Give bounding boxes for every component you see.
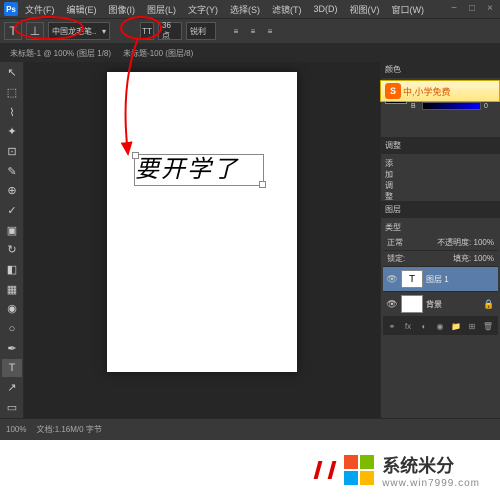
align-center-icon[interactable]: ≡ <box>245 23 261 39</box>
gradient-tool-icon[interactable]: ▦ <box>2 280 22 298</box>
stamp-tool-icon[interactable]: ▣ <box>2 221 22 239</box>
menu-bar: Ps 文件(F) 编辑(E) 图像(I) 图层(L) 文字(Y) 选择(S) 滤… <box>0 0 500 18</box>
eraser-tool-icon[interactable]: ◧ <box>2 261 22 279</box>
menu-filter[interactable]: 滤镜(T) <box>267 1 307 18</box>
adjustment-layer-icon[interactable]: ◉ <box>434 320 446 332</box>
b-label: B <box>411 103 419 110</box>
lock-icon: 🔒 <box>483 298 495 310</box>
menu-select[interactable]: 选择(S) <box>225 1 265 18</box>
document-tabs: 未标题-1 @ 100% (图层 1/8) 未标题-100 (图层/8) <box>0 44 500 62</box>
lock-label: 锁定: <box>387 253 405 264</box>
visibility-icon[interactable]: 👁 <box>386 298 398 310</box>
adjustments-label: 添加调整 <box>385 158 393 202</box>
link-layers-icon[interactable]: ⚭ <box>386 320 398 332</box>
layer-thumb-bg[interactable] <box>401 295 423 313</box>
canvas-viewport[interactable]: 要开学了 <box>24 62 380 418</box>
font-size-input[interactable]: 36点 <box>158 22 182 40</box>
layers-panel-tab[interactable]: 图层 <box>381 202 405 218</box>
banner-text: 中,小学免费 <box>403 85 451 98</box>
layer-fx-icon[interactable]: fx <box>402 320 414 332</box>
brush-tool-icon[interactable]: ✓ <box>2 202 22 220</box>
b-slider[interactable] <box>422 102 481 110</box>
lasso-tool-icon[interactable]: ⌇ <box>2 103 22 121</box>
layers-panel: 类型 正常 不透明度: 100% 锁定: 填充: 100% 👁 T 图层 1 👁 <box>381 218 500 418</box>
type-tool-icon[interactable]: T <box>2 359 22 377</box>
delete-layer-icon[interactable]: 🗑 <box>482 320 494 332</box>
type-tool-icon[interactable]: T <box>4 22 22 40</box>
canvas[interactable]: 要开学了 <box>107 72 297 372</box>
footer-brand: 系统米分 <box>382 452 480 478</box>
marquee-tool-icon[interactable]: ⬚ <box>2 84 22 102</box>
right-panel-group: 颜色 R0 G0 B0 调整 添加调整 ☀ ▲ ⎋ <box>380 62 500 418</box>
banner-logo-icon: S <box>385 83 401 99</box>
layer-row-text[interactable]: 👁 T 图层 1 <box>383 267 498 292</box>
font-name: 中国龙毛笔.. <box>52 26 96 37</box>
crop-tool-icon[interactable]: ⊡ <box>2 143 22 161</box>
group-icon[interactable]: 📁 <box>450 320 462 332</box>
layer-name[interactable]: 图层 1 <box>426 274 449 285</box>
menu-file[interactable]: 文件(F) <box>20 1 60 18</box>
menu-window[interactable]: 窗口(W) <box>387 1 430 18</box>
menu-3d[interactable]: 3D(D) <box>309 2 343 16</box>
adjustments-panel: 添加调整 ☀ ▲ ⎋ ☒ ▽ ▣ ◐ ◧ ◉ ⊞ <box>381 154 500 202</box>
menu-edit[interactable]: 编辑(E) <box>62 1 102 18</box>
chevron-icon <box>328 461 337 479</box>
status-bar: 100% 文档:1.16M/0 字节 <box>0 418 500 440</box>
align-left-icon[interactable]: ≡ <box>228 23 244 39</box>
text-orientation-icon[interactable]: ⊥ <box>26 22 44 40</box>
path-tool-icon[interactable]: ↗ <box>2 379 22 397</box>
layers-buttons: ⚭ fx ◐ ◉ 📁 ⊞ 🗑 <box>383 317 498 335</box>
menu-layer[interactable]: 图层(L) <box>142 1 181 18</box>
layer-kind-label: 类型 <box>385 222 401 233</box>
footer-url: www.win7999.com <box>382 478 480 489</box>
menu-view[interactable]: 视图(V) <box>345 1 385 18</box>
opacity-value[interactable]: 100% <box>474 238 494 247</box>
blur-tool-icon[interactable]: ◉ <box>2 300 22 318</box>
document-tab[interactable]: 未标题-1 @ 100% (图层 1/8) <box>4 46 117 61</box>
document-info: 文档:1.16M/0 字节 <box>36 424 101 435</box>
pen-tool-icon[interactable]: ✒ <box>2 339 22 357</box>
menu-type[interactable]: 文字(Y) <box>183 1 223 18</box>
document-tab-2[interactable]: 未标题-100 (图层/8) <box>117 46 199 61</box>
zoom-level[interactable]: 100% <box>6 425 26 434</box>
watermark-footer: 系统米分 www.win7999.com <box>0 440 500 500</box>
visibility-icon[interactable]: 👁 <box>386 273 398 285</box>
chevron-down-icon: ▾ <box>102 27 106 36</box>
healing-tool-icon[interactable]: ⊕ <box>2 182 22 200</box>
adjustments-panel-tab[interactable]: 调整 <box>381 138 405 154</box>
ad-banner[interactable]: S 中,小学免费 <box>380 80 500 102</box>
close-icon[interactable]: × <box>484 2 496 14</box>
tools-panel: ↖ ⬚ ⌇ ✦ ⊡ ✎ ⊕ ✓ ▣ ↻ ◧ ▦ ◉ ○ ✒ T ↗ ▭ <box>0 62 24 418</box>
layer-mask-icon[interactable]: ◐ <box>418 320 430 332</box>
minimize-icon[interactable]: − <box>448 2 460 14</box>
canvas-text[interactable]: 要开学了 <box>135 155 263 185</box>
ps-logo-icon: Ps <box>4 2 18 16</box>
layer-row-bg[interactable]: 👁 背景 🔒 <box>383 292 498 317</box>
fill-value[interactable]: 100% <box>474 254 494 263</box>
new-layer-icon[interactable]: ⊞ <box>466 320 478 332</box>
align-right-icon[interactable]: ≡ <box>262 23 278 39</box>
options-bar: T ⊥ 中国龙毛笔.. ▾ TT 36点 锐利 ≡ ≡ ≡ <box>0 18 500 44</box>
history-brush-icon[interactable]: ↻ <box>2 241 22 259</box>
opacity-label: 不透明度: <box>437 238 471 247</box>
menu-image[interactable]: 图像(I) <box>104 1 141 18</box>
wand-tool-icon[interactable]: ✦ <box>2 123 22 141</box>
color-panel-tab[interactable]: 颜色 <box>381 62 405 78</box>
move-tool-icon[interactable]: ↖ <box>2 64 22 82</box>
font-family-dropdown[interactable]: 中国龙毛笔.. ▾ <box>48 22 110 40</box>
maximize-icon[interactable]: □ <box>466 2 478 14</box>
text-bounding-box[interactable]: 要开学了 <box>134 154 264 186</box>
blend-mode-dropdown[interactable]: 正常 <box>387 237 403 248</box>
layer-thumb-text[interactable]: T <box>401 270 423 288</box>
font-size-icon: TT <box>140 22 154 40</box>
fill-label: 填充: <box>453 254 471 263</box>
antialias-dropdown[interactable]: 锐利 <box>186 22 216 40</box>
b-value[interactable]: 0 <box>484 103 496 110</box>
eyedropper-tool-icon[interactable]: ✎ <box>2 162 22 180</box>
shape-tool-icon[interactable]: ▭ <box>2 398 22 416</box>
layer-name-bg[interactable]: 背景 <box>426 299 442 310</box>
dodge-tool-icon[interactable]: ○ <box>2 320 22 338</box>
chevron-icon <box>314 461 323 479</box>
microsoft-logo-icon <box>344 455 374 485</box>
